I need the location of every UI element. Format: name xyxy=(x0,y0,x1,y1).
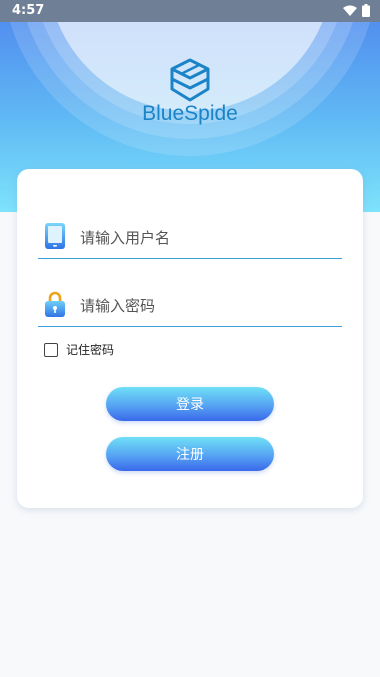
lock-icon xyxy=(45,291,65,317)
cube-logo-icon xyxy=(170,58,210,102)
password-input[interactable] xyxy=(78,292,332,320)
login-button[interactable]: 登录 xyxy=(106,387,274,421)
username-field xyxy=(38,214,342,259)
username-input[interactable] xyxy=(78,224,332,252)
wifi-icon xyxy=(343,5,357,16)
battery-icon xyxy=(362,4,370,17)
phone-icon xyxy=(45,223,65,249)
app-brand-name: BlueSpide xyxy=(142,102,238,125)
register-button[interactable]: 注册 xyxy=(106,437,274,471)
status-time: 4:57 xyxy=(12,3,45,18)
remember-password-label: 记住密码 xyxy=(66,343,115,357)
remember-password[interactable]: 记住密码 xyxy=(44,341,114,358)
status-bar: 4:57 xyxy=(0,0,380,22)
remember-password-checkbox[interactable] xyxy=(44,342,58,357)
password-field xyxy=(38,282,342,327)
status-icons xyxy=(343,4,370,17)
login-card: 记住密码 登录 注册 xyxy=(17,169,363,508)
